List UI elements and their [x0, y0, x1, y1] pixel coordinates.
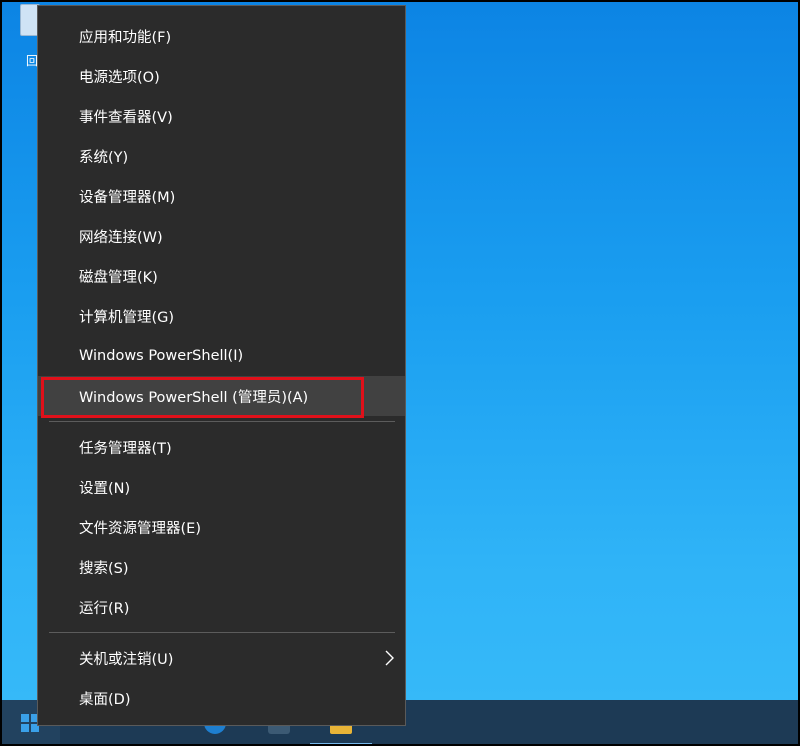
- menu-item-label: 设置(N): [79, 480, 131, 497]
- menu-item-label: 运行(R): [79, 600, 130, 617]
- menu-item-label: 任务管理器(T): [79, 440, 172, 457]
- menu-item-powershell-admin[interactable]: Windows PowerShell (管理员)(A): [38, 376, 405, 416]
- menu-item-label: 磁盘管理(K): [79, 269, 158, 286]
- menu-item-desktop[interactable]: 桌面(D): [38, 678, 405, 718]
- menu-item-label: 事件查看器(V): [79, 109, 173, 126]
- menu-item-label: Windows PowerShell (管理员)(A): [79, 389, 309, 406]
- menu-item-search[interactable]: 搜索(S): [38, 547, 405, 587]
- menu-item-powershell[interactable]: Windows PowerShell(I): [38, 336, 405, 376]
- menu-item-settings[interactable]: 设置(N): [38, 467, 405, 507]
- menu-separator: [49, 632, 395, 633]
- menu-item-file-explorer[interactable]: 文件资源管理器(E): [38, 507, 405, 547]
- menu-item-device-manager[interactable]: 设备管理器(M): [38, 176, 405, 216]
- menu-item-label: 系统(Y): [79, 149, 129, 166]
- menu-item-disk-management[interactable]: 磁盘管理(K): [38, 256, 405, 296]
- menu-item-power-options[interactable]: 电源选项(O): [38, 56, 405, 96]
- menu-item-label: Windows PowerShell(I): [79, 348, 244, 364]
- chevron-right-icon: [385, 650, 394, 666]
- menu-item-label: 设备管理器(M): [79, 189, 176, 206]
- menu-item-label: 应用和功能(F): [79, 29, 172, 46]
- menu-item-computer-management[interactable]: 计算机管理(G): [38, 296, 405, 336]
- menu-item-network-connections[interactable]: 网络连接(W): [38, 216, 405, 256]
- menu-item-label: 电源选项(O): [79, 69, 160, 86]
- menu-item-label: 文件资源管理器(E): [79, 520, 201, 537]
- menu-item-event-viewer[interactable]: 事件查看器(V): [38, 96, 405, 136]
- menu-item-task-manager[interactable]: 任务管理器(T): [38, 427, 405, 467]
- menu-separator: [49, 421, 395, 422]
- menu-item-run[interactable]: 运行(R): [38, 587, 405, 627]
- winx-context-menu: 应用和功能(F) 电源选项(O) 事件查看器(V) 系统(Y) 设备管理器(M)…: [37, 5, 406, 726]
- menu-item-label: 网络连接(W): [79, 229, 163, 246]
- menu-item-label: 搜索(S): [79, 560, 129, 577]
- menu-item-label: 关机或注销(U): [79, 651, 174, 668]
- menu-item-shutdown-or-signout[interactable]: 关机或注销(U): [38, 638, 405, 678]
- menu-item-label: 计算机管理(G): [79, 309, 175, 326]
- menu-item-label: 桌面(D): [79, 691, 131, 708]
- menu-item-apps-and-features[interactable]: 应用和功能(F): [38, 16, 405, 56]
- menu-item-system[interactable]: 系统(Y): [38, 136, 405, 176]
